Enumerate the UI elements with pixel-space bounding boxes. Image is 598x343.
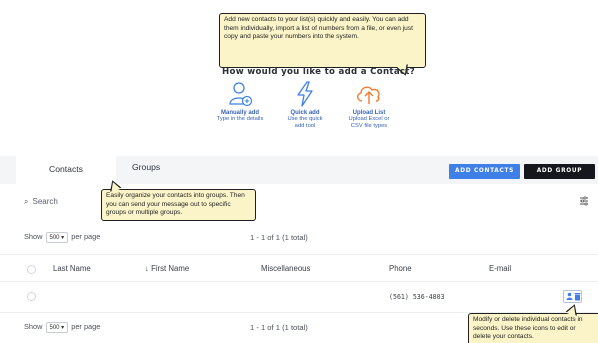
search-input[interactable]: ⌕ Search (24, 197, 58, 207)
groups-tooltip: Easily organize your contacts into group… (101, 178, 256, 221)
pagination-range-bottom: 1 - 1 of 1 (1 total) (250, 323, 308, 332)
page-size-select[interactable]: 500 ▾ (45, 232, 69, 243)
upload-list-desc: Upload Excel or CSV file types (348, 116, 390, 130)
row-select-radio[interactable] (27, 292, 36, 301)
page-size-control-bottom: Show 500 ▾ per page (24, 322, 100, 333)
filter-settings-icon[interactable] (579, 196, 589, 206)
manually-add-desc: Type in the details (216, 116, 264, 122)
groups-tooltip-text: Easily organize your contacts into group… (106, 192, 245, 217)
show-label: Show (24, 322, 43, 331)
add-group-button[interactable]: ADD GROUP (524, 164, 595, 179)
page-size-control: Show 500 ▾ per page (24, 232, 100, 243)
row-phone: (561) 536-4803 (389, 293, 445, 301)
quick-add-desc: Use the quick add tool (287, 116, 323, 130)
show-label: Show (24, 232, 43, 241)
manually-add-option[interactable]: Manually add Type in the details (205, 80, 275, 123)
person-plus-icon (229, 82, 253, 107)
select-all-radio[interactable] (27, 265, 36, 274)
edit-contact-icon[interactable] (566, 292, 573, 301)
quick-add-option[interactable]: Quick add Use the quick add tool (270, 80, 340, 131)
column-last-name[interactable]: Last Name (53, 264, 91, 273)
chooser-question: How would you like to add a Contact? (222, 67, 416, 77)
row-divider (0, 254, 598, 255)
column-first-name[interactable]: ↓ First Name (145, 264, 189, 273)
row-divider (0, 281, 598, 282)
column-phone[interactable]: Phone (389, 264, 412, 273)
actions-tooltip-text: Modify or delete individual contacts in … (473, 316, 583, 341)
column-miscellaneous[interactable]: Miscellaneous (261, 264, 310, 273)
page-size-select[interactable]: 500 ▾ (45, 322, 69, 333)
lightning-icon (297, 81, 313, 107)
delete-contact-icon[interactable] (574, 292, 581, 301)
column-email[interactable]: E-mail (489, 264, 511, 273)
search-icon: ⌕ (24, 197, 29, 206)
cloud-upload-icon (357, 86, 380, 104)
search-placeholder: Search (32, 197, 58, 206)
row-actions (563, 290, 582, 303)
add-intro-tooltip-text: Add new contacts to your list(s) quickly… (224, 16, 413, 41)
add-intro-tooltip: Add new contacts to your list(s) quickly… (219, 13, 426, 78)
add-contacts-button[interactable]: ADD CONTACTS (449, 164, 520, 179)
pagination-range: 1 - 1 of 1 (1 total) (250, 233, 308, 242)
tab-contacts[interactable]: Contacts (16, 156, 116, 184)
per-page-label: per page (71, 232, 101, 241)
per-page-label: per page (71, 322, 101, 331)
upload-list-option[interactable]: Upload List Upload Excel or CSV file typ… (334, 80, 404, 131)
actions-tooltip: Modify or delete individual contacts in … (468, 302, 598, 343)
tab-groups[interactable]: Groups (132, 156, 160, 184)
